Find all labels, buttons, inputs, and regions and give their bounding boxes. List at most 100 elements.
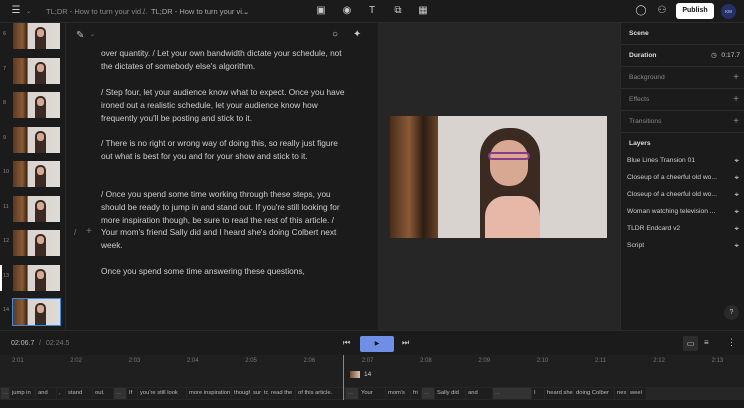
breadcrumb-scene[interactable]: TL;DR - How to turn your vi...	[151, 7, 248, 16]
caption-chip[interactable]: stand	[66, 388, 92, 399]
breadcrumb-project[interactable]: TL;DR - How to turn your vid...	[46, 7, 147, 16]
scene-list[interactable]: 6 7 8 9 10 11 12 13 14	[0, 23, 66, 330]
scene-track[interactable]: 14	[0, 368, 744, 387]
add-icon[interactable]: +	[733, 72, 739, 83]
caption-chip[interactable]: If	[127, 388, 137, 399]
background-row[interactable]: Background +	[621, 67, 744, 89]
caption-chip[interactable]: out.	[93, 388, 113, 399]
scene-thumbnail[interactable]: 12	[0, 228, 66, 258]
effects-row[interactable]: Effects +	[621, 89, 744, 111]
caption-chip[interactable]: sur	[251, 388, 261, 399]
time-tick: 2:05	[245, 358, 257, 364]
drag-handle-icon[interactable]: /	[74, 228, 76, 237]
pen-icon[interactable]: ✎	[76, 30, 84, 41]
scene-thumbnail[interactable]: 10	[0, 159, 66, 189]
target-icon[interactable]: ⌖	[734, 224, 739, 234]
avatar[interactable]: KM	[721, 4, 736, 19]
more-options-icon[interactable]: ⋮	[727, 337, 736, 348]
chevron-down-icon[interactable]: ⌄	[26, 8, 31, 15]
video-preview[interactable]	[390, 116, 607, 238]
comment-icon[interactable]: ◯	[635, 5, 647, 17]
caption-chip[interactable]: Your	[359, 388, 385, 399]
menu-icon[interactable]: ☰	[10, 5, 22, 17]
record-camera-icon[interactable]: ▣	[315, 5, 327, 17]
caption-chip[interactable]: to	[262, 388, 268, 399]
tracks-view-icon[interactable]: ≡	[704, 338, 709, 347]
target-icon[interactable]: ⌖	[734, 156, 739, 166]
grid-icon[interactable]: ▦	[417, 5, 429, 17]
caption-chip[interactable]: nex	[615, 388, 627, 399]
caption-chip[interactable]: ...	[493, 388, 531, 399]
scene-thumbnail[interactable]: 6	[0, 21, 66, 51]
layer-label: Closeup of a cheerful old wo...	[627, 174, 717, 181]
caption-chip[interactable]: weel	[628, 388, 646, 399]
effects-label: Effects	[629, 96, 650, 103]
caption-chip[interactable]: Sally did	[435, 388, 465, 399]
duration-value[interactable]: 0:17.7	[721, 52, 740, 59]
chevron-down-icon[interactable]: ⌄	[90, 31, 95, 38]
next-scene-icon[interactable]: ⏭	[402, 338, 409, 348]
caption-chip[interactable]: ...	[422, 388, 434, 399]
caption-chip[interactable]: though	[232, 388, 250, 399]
layer-item[interactable]: Script ⌖	[627, 241, 739, 251]
search-icon[interactable]: ○	[332, 29, 338, 40]
script-paragraph[interactable]: over quantity. / Let your own bandwidth …	[101, 47, 351, 73]
target-icon[interactable]: ⌖	[734, 241, 739, 251]
caption-chip[interactable]: and	[36, 388, 56, 399]
timeline-ruler[interactable]: 2:01 2:02 2:03 2:04 2:05 2:06 2:07 2:08 2:09 2:10…	[0, 355, 744, 368]
record-icon[interactable]: ◉	[341, 5, 353, 17]
target-icon[interactable]: ⌖	[734, 173, 739, 183]
scene-heading: Scene	[621, 23, 744, 45]
scene-thumbnail[interactable]: 13	[0, 263, 66, 293]
publish-button[interactable]: Publish	[676, 3, 714, 19]
target-icon[interactable]: ⌖	[734, 190, 739, 200]
caption-chip[interactable]: more inspiration	[187, 388, 231, 399]
previous-scene-icon[interactable]: ⏮	[343, 338, 350, 348]
script-paragraph[interactable]: / Step four, let your audience know what…	[101, 86, 351, 124]
add-user-icon[interactable]: ⚇	[656, 5, 668, 17]
caption-chip[interactable]: ...	[1, 388, 9, 399]
caption-chip[interactable]: doing Colber	[574, 388, 614, 399]
caption-chip[interactable]: ,	[57, 388, 65, 399]
caption-chip[interactable]: mom's	[386, 388, 410, 399]
duration-row[interactable]: Duration ◷ 0:17.7	[621, 45, 744, 67]
layout-view-icon[interactable]: ▭	[683, 336, 698, 351]
caption-chip[interactable]: you're still look	[138, 388, 186, 399]
caption-chip[interactable]: ...	[346, 388, 358, 399]
help-button[interactable]: ?	[724, 305, 739, 320]
scene-thumbnail[interactable]: 7	[0, 56, 66, 86]
layer-item[interactable]: TLDR Endcard v2 ⌖	[627, 224, 739, 234]
layer-item[interactable]: Closeup of a cheerful old wo... ⌖	[627, 173, 739, 183]
add-icon[interactable]: +	[86, 226, 92, 237]
target-icon[interactable]: ⌖	[734, 207, 739, 217]
chevron-down-icon[interactable]: ⌄	[243, 7, 249, 16]
transitions-row[interactable]: Transitions +	[621, 111, 744, 133]
script-paragraph[interactable]: Once you spend some time answering these…	[101, 265, 351, 278]
scene-thumbnail[interactable]: 8	[0, 90, 66, 120]
caption-chip[interactable]: and	[466, 388, 492, 399]
caption-chip[interactable]: of this article.	[296, 388, 344, 399]
scene-clip-label[interactable]: 14	[364, 371, 371, 378]
caption-chip[interactable]: fri	[411, 388, 421, 399]
add-icon[interactable]: +	[733, 116, 739, 127]
text-icon[interactable]: T	[366, 5, 378, 17]
layer-item[interactable]: Closeup of a cheerful old wo... ⌖	[627, 190, 739, 200]
add-icon[interactable]: +	[733, 94, 739, 105]
caption-chip[interactable]: I	[532, 388, 544, 399]
caption-chip[interactable]: jump in	[10, 388, 35, 399]
caption-chip[interactable]: heard she	[545, 388, 573, 399]
script-paragraph[interactable]: / There is no right or wrong way of doin…	[101, 137, 351, 163]
sparkle-icon[interactable]: ✦	[353, 29, 361, 40]
playhead[interactable]	[343, 355, 344, 400]
scene-thumbnail[interactable]: 14	[0, 297, 66, 327]
layer-item[interactable]: Woman watching television ... ⌖	[627, 207, 739, 217]
scene-thumbnail[interactable]: 11	[0, 194, 66, 224]
shapes-icon[interactable]: ⧉	[392, 5, 404, 17]
caption-chip[interactable]: read the	[269, 388, 295, 399]
layer-item[interactable]: Blue Lines Transion 01 ⌖	[627, 156, 739, 166]
play-button[interactable]: ▶	[360, 336, 394, 352]
scene-thumbnail[interactable]: 9	[0, 125, 66, 155]
caption-chip[interactable]: ...	[114, 388, 126, 399]
caption-track[interactable]: ... jump in and, stand out.... If you're still…	[0, 387, 744, 400]
script-paragraph[interactable]: / Once you spend some time working throu…	[101, 188, 351, 252]
